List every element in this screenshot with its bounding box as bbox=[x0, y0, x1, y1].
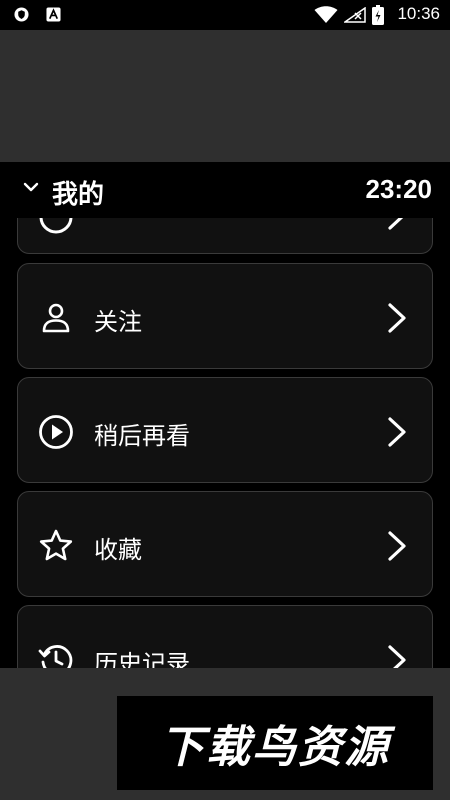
wifi-icon bbox=[314, 6, 338, 23]
chevron-right-icon bbox=[388, 531, 406, 561]
watermark-text: 下载鸟资源 bbox=[160, 722, 390, 773]
star-icon bbox=[39, 529, 73, 561]
person-icon bbox=[42, 303, 70, 333]
menu-item-label: 稍后再看 bbox=[94, 422, 190, 450]
shield-icon bbox=[14, 7, 29, 22]
menu-item-history[interactable]: 历史记录 bbox=[17, 605, 433, 668]
watermark: 下载鸟资源 bbox=[117, 696, 433, 790]
page-title: 我的 bbox=[52, 180, 105, 210]
menu-item-label: 收藏 bbox=[94, 536, 142, 564]
watch-clock: 23:20 bbox=[365, 174, 433, 204]
menu-item-label: 关注 bbox=[94, 308, 142, 336]
chevron-down-icon[interactable] bbox=[22, 178, 40, 196]
a-icon bbox=[46, 7, 61, 22]
chevron-right-icon bbox=[388, 417, 406, 447]
chevron-right-icon bbox=[388, 645, 406, 668]
status-time: 10:36 bbox=[397, 4, 440, 23]
chevron-right-icon bbox=[388, 218, 404, 230]
menu-item-label: 历史记录 bbox=[94, 650, 190, 668]
battery-icon bbox=[372, 5, 384, 25]
top-backdrop bbox=[0, 30, 450, 162]
menu-item-follow[interactable]: 关注 bbox=[17, 263, 433, 369]
history-icon bbox=[38, 645, 73, 668]
status-bar: 10:36 bbox=[0, 0, 450, 30]
list-item-partial[interactable] bbox=[17, 218, 433, 254]
menu-item-favorites[interactable]: 收藏 bbox=[17, 491, 433, 597]
menu-list[interactable]: 关注 稍后再看 收藏 历史记录 bbox=[0, 218, 450, 668]
no-signal-icon bbox=[344, 7, 366, 23]
partial-icon bbox=[39, 218, 73, 234]
play-circle-icon bbox=[39, 415, 73, 449]
menu-item-watch-later[interactable]: 稍后再看 bbox=[17, 377, 433, 483]
app-header: 我的 23:20 bbox=[0, 162, 450, 218]
chevron-right-icon bbox=[388, 303, 406, 333]
